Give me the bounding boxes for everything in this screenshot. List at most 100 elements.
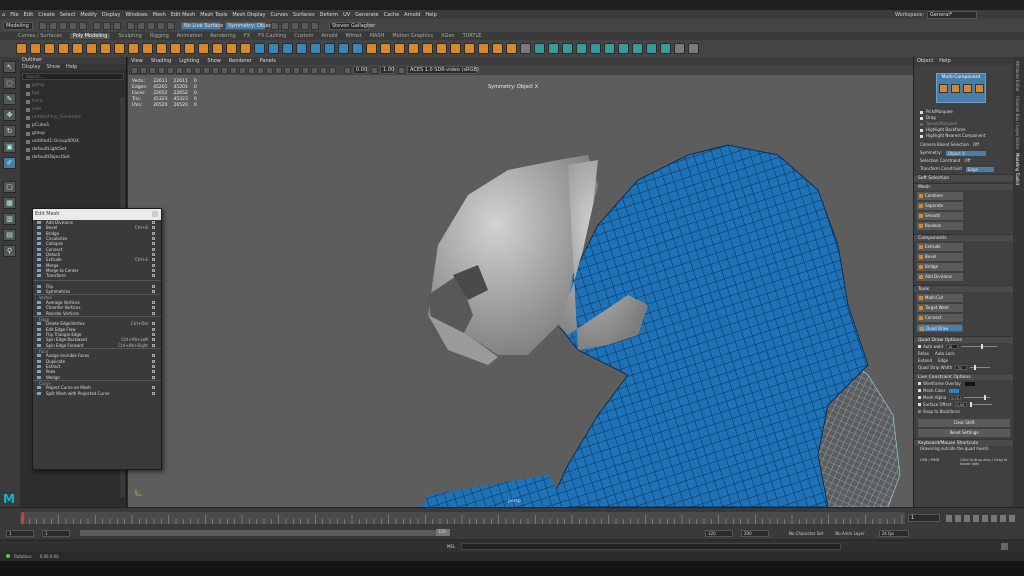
shelf-extract-icon[interactable] [352,43,363,54]
play-back-icon[interactable] [972,514,979,522]
play-forward-icon[interactable] [981,514,988,522]
menu-windows[interactable]: Windows [125,12,147,18]
safe-title-icon[interactable] [212,66,219,74]
option-box-icon[interactable] [152,332,155,336]
rotate-tool-icon[interactable]: ↻ [3,125,16,137]
snap-grid-icon[interactable] [127,21,135,30]
shelf-close-icon[interactable] [688,43,699,54]
gamma-icon[interactable] [371,66,378,74]
vertex-mode-icon[interactable] [938,84,948,93]
shelf-tab-animation[interactable]: Animation [177,33,203,39]
outliner-layout-icon[interactable]: ▤ [3,229,16,241]
camera-based-selection[interactable]: Camera Based Selection Off [914,142,1013,148]
menu-deform[interactable]: Deform [320,12,339,18]
redo-icon[interactable] [79,21,87,30]
step-back-key-icon[interactable] [954,514,961,522]
shelf-tab-bifrost[interactable]: Bifrost [346,33,362,39]
shelf-append-icon[interactable] [408,43,419,54]
shelf-unfold-icon[interactable] [604,43,615,54]
four-view-icon[interactable]: ▦ [3,197,16,209]
shelf-automatic-uv-icon[interactable] [534,43,545,54]
auto-weld-slider[interactable] [960,344,997,349]
outliner-item[interactable]: pCube1 [20,122,126,130]
maya-home-icon[interactable]: ⌂ [2,12,5,18]
shelf-cut-uv-icon[interactable] [576,43,587,54]
option-box-icon[interactable] [152,242,155,246]
separate-button[interactable]: Separate [917,202,963,210]
option-box-icon[interactable] [152,311,155,315]
shelf-tab-arnold[interactable]: Arnold [321,33,337,39]
image-plane-icon[interactable] [149,66,156,74]
motion-blur-icon[interactable] [284,66,291,74]
menu-mesh[interactable]: Mesh [153,12,166,18]
components-section[interactable]: Components [914,234,1013,241]
shelf-boolean-union-icon[interactable] [296,43,307,54]
exposure-field[interactable]: 0.00 [353,66,367,74]
checkbox-icon[interactable] [918,396,921,399]
save-scene-icon[interactable] [59,21,67,30]
mesh-color-row[interactable]: Mesh Color [914,387,1013,394]
outliner-item[interactable]: persp [20,82,126,90]
snap-plane-icon[interactable] [157,21,165,30]
xray-joints-icon[interactable] [329,66,336,74]
shelf-text-icon[interactable] [226,43,237,54]
safe-action-icon[interactable] [203,66,210,74]
lights-icon[interactable] [257,66,264,74]
user-account[interactable]: Steven Gallagher [329,21,375,30]
shelf-sew-uv-icon[interactable] [590,43,601,54]
option-box-icon[interactable] [152,258,155,262]
slider-knob[interactable] [974,365,977,370]
resolution-gate-icon[interactable] [176,66,183,74]
auto-weld-field[interactable]: 10 [945,344,958,349]
exposure-icon[interactable] [344,66,351,74]
mesh-alpha-slider[interactable] [964,395,991,400]
menu-select[interactable]: Select [60,12,75,18]
option-box-icon[interactable] [152,300,155,304]
camera-attrs-icon[interactable] [131,66,138,74]
wireframe-on-shaded-icon[interactable] [239,66,246,74]
option-box-icon[interactable] [152,247,155,251]
mesh-section[interactable]: Mesh [914,183,1013,190]
option-box-icon[interactable] [152,343,155,347]
outliner-item[interactable]: defaultLightSet [20,146,126,154]
shelf-tab-curves-surfaces[interactable]: Curves / Surfaces [18,33,62,39]
step-back-frame-icon[interactable] [963,514,970,522]
paint-select-icon[interactable]: ✎ [3,93,16,105]
anim-layer-dropdown[interactable]: No Anim Layer [835,531,864,536]
outliner-item[interactable]: side [20,106,126,114]
shelf-svg-icon[interactable] [240,43,251,54]
shelf-super-shape-icon[interactable] [198,43,209,54]
shelf-sculpt-icon[interactable] [506,43,517,54]
shelf-gear-icon[interactable] [170,43,181,54]
isolate-select-icon[interactable] [311,66,318,74]
option-box-icon[interactable] [152,269,155,273]
side-by-side-icon[interactable]: ▥ [3,213,16,225]
shelf-tab-xgen[interactable]: XGen [441,33,455,39]
symmetry-dropdown[interactable]: Symmetry: Object X [225,21,278,30]
film-gate-icon[interactable] [167,66,174,74]
viewport-menu-show[interactable]: Show [207,58,221,64]
outliner-menu-display[interactable]: Display [22,64,40,71]
option-box-icon[interactable] [152,290,155,294]
playback-start-field[interactable]: 1 [42,529,70,537]
option-box-icon[interactable] [152,370,155,374]
shelf-uv-editor-icon[interactable] [562,43,573,54]
shelf-sphere-icon[interactable] [16,43,27,54]
boolean-button[interactable]: Boolean [917,222,963,230]
workspace-dropdown[interactable]: General* [927,11,978,19]
shelf-cone-icon[interactable] [58,43,69,54]
fps-dropdown[interactable]: 24 fps [878,529,909,537]
menu-help[interactable]: Help [425,12,436,18]
shelf-hypershade-icon[interactable] [660,43,671,54]
shelf-disc-icon[interactable] [100,43,111,54]
scale-tool-icon[interactable]: ▣ [3,141,16,153]
menu-item-spin-edge-forward[interactable]: Spin Edge Forward Ctrl+Alt+Right [33,343,161,348]
menu-mesh-tools[interactable]: Mesh Tools [200,12,227,18]
ambient-occlusion-icon[interactable] [275,66,282,74]
menu-edit-mesh[interactable]: Edit Mesh [171,12,195,18]
mel-label[interactable]: MEL [447,544,461,549]
outliner-search-input[interactable]: Search... [22,73,124,80]
menu-item-transform[interactable]: Transform [33,273,161,278]
shelf-tab-fx[interactable]: FX [244,33,250,39]
undo-icon[interactable] [69,21,77,30]
